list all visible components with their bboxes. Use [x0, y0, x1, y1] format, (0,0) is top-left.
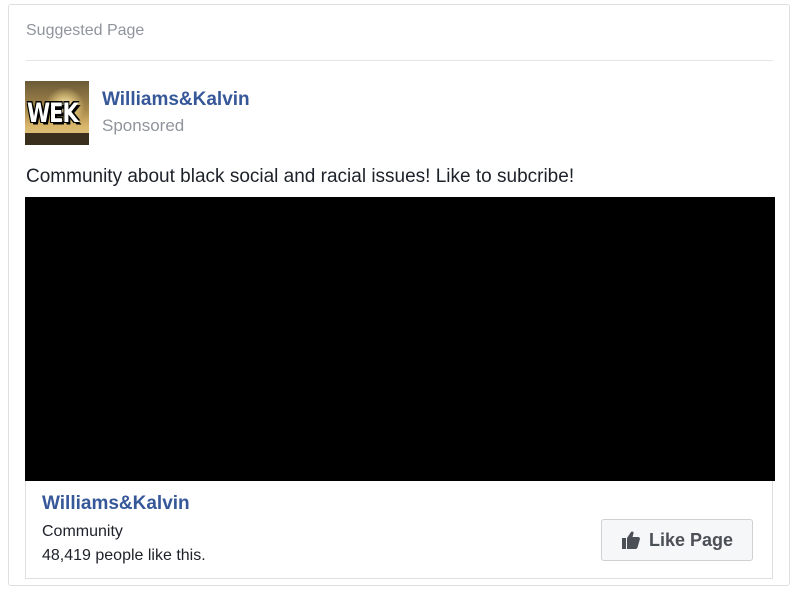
footer-likes-count: 48,419 people like this. [42, 547, 206, 564]
like-page-button[interactable]: Like Page [601, 519, 753, 561]
thumbs-up-icon [621, 530, 641, 550]
page-name-link[interactable]: Williams&Kalvin [102, 89, 250, 111]
page-footer: Williams&Kalvin Community 48,419 people … [25, 481, 773, 579]
post-text: Community about black social and racial … [26, 166, 575, 187]
avatar-ground [25, 133, 89, 145]
suggested-page-card: Suggested Page WEK Williams&Kalvin Spons… [8, 4, 790, 586]
header-divider [26, 60, 773, 61]
footer-page-name-link[interactable]: Williams&Kalvin [42, 493, 190, 515]
page-avatar[interactable]: WEK [25, 81, 89, 145]
footer-category: Community [42, 523, 123, 540]
post-media-image[interactable] [25, 197, 775, 481]
sponsored-label[interactable]: Sponsored [102, 116, 184, 136]
like-page-button-label: Like Page [648, 529, 734, 550]
avatar-logo-text: WEK [27, 98, 79, 128]
card-header-label: Suggested Page [26, 22, 145, 39]
